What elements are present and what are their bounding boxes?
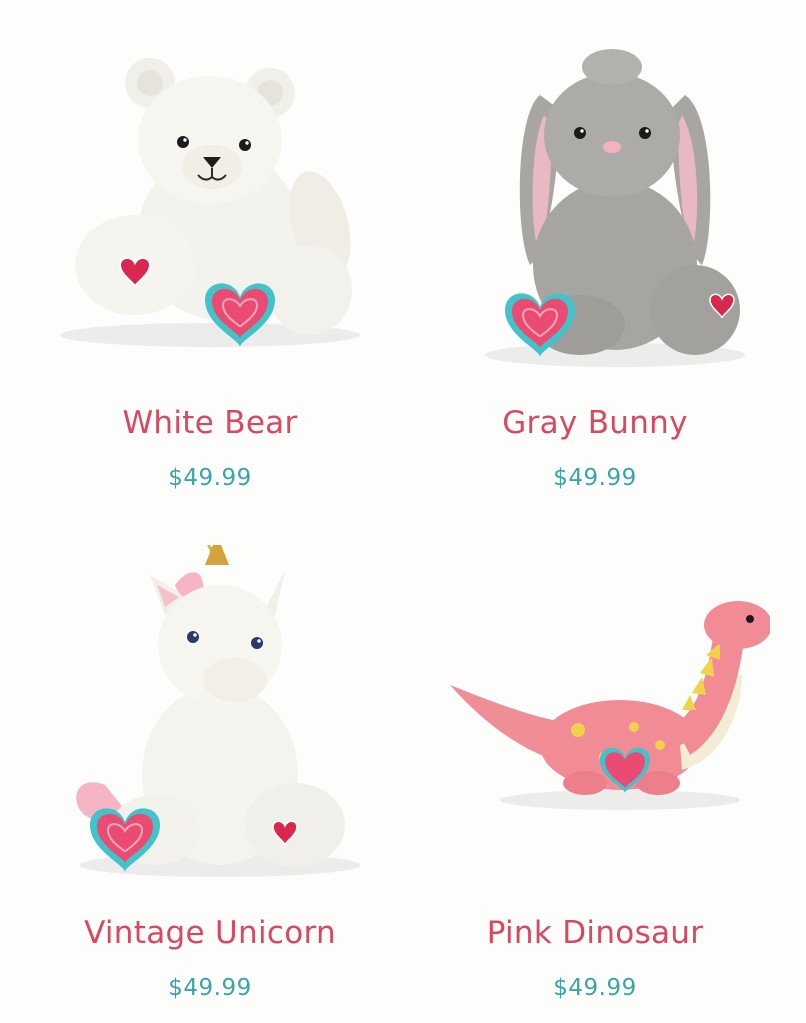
- white-bear-plush-image[interactable]: [35, 35, 385, 375]
- product-name[interactable]: Vintage Unicorn: [15, 915, 405, 951]
- product-name[interactable]: Pink Dinosaur: [400, 915, 790, 951]
- product-price: $49.99: [168, 465, 252, 491]
- product-name[interactable]: Gray Bunny: [400, 405, 790, 441]
- product-card-gray-bunny[interactable]: Gray Bunny $49.99: [400, 15, 790, 515]
- product-grid: White Bear $49.99 Gray Bunny $49.99 Vint…: [0, 0, 806, 1023]
- pink-dinosaur-plush-image[interactable]: [420, 545, 770, 885]
- product-price: $49.99: [553, 465, 637, 491]
- product-price: $49.99: [168, 975, 252, 1001]
- product-card-vintage-unicorn[interactable]: Vintage Unicorn $49.99: [15, 525, 405, 1023]
- product-name[interactable]: White Bear: [15, 405, 405, 441]
- product-price: $49.99: [553, 975, 637, 1001]
- vintage-unicorn-plush-image[interactable]: [35, 545, 385, 885]
- product-card-pink-dinosaur[interactable]: Pink Dinosaur $49.99: [400, 525, 790, 1023]
- gray-bunny-plush-image[interactable]: [420, 35, 770, 375]
- product-card-white-bear[interactable]: White Bear $49.99: [15, 15, 405, 515]
